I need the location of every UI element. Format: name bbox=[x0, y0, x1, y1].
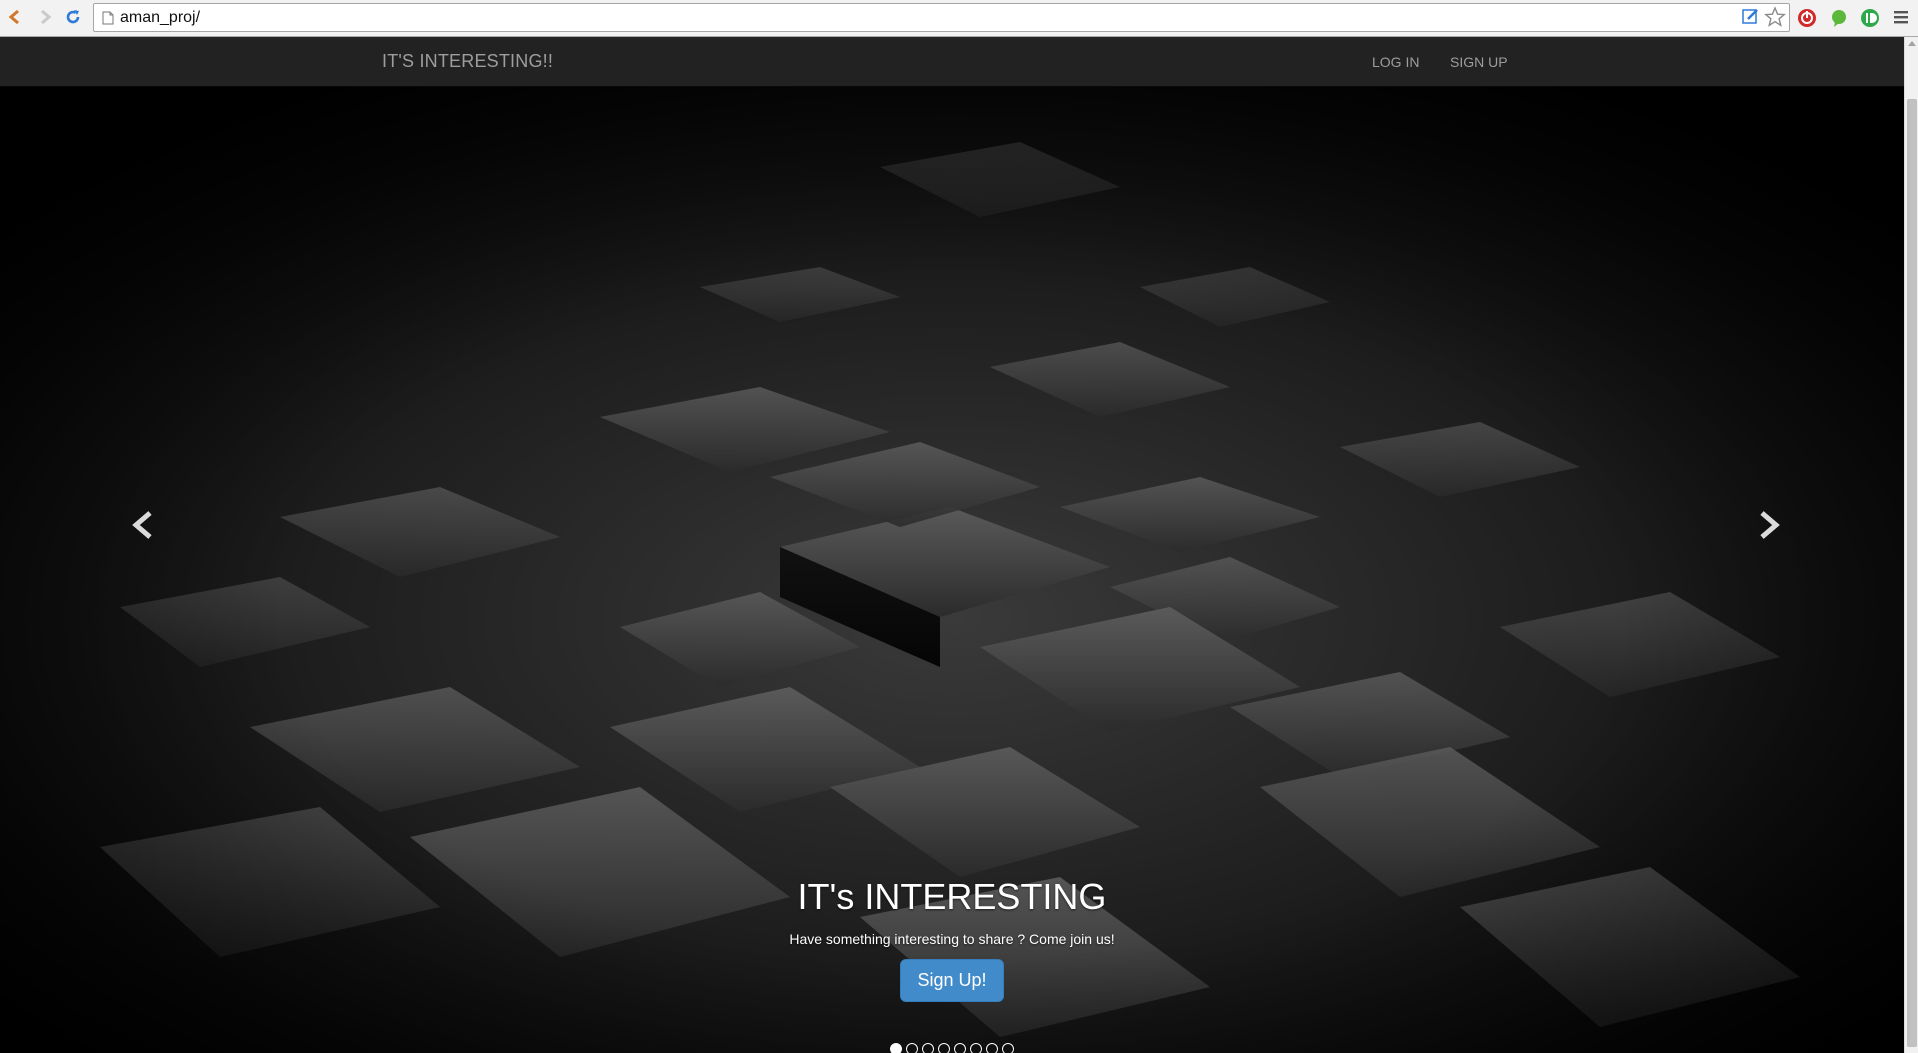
bookmark-star-icon[interactable] bbox=[1764, 6, 1786, 28]
carousel-indicator-dot[interactable] bbox=[938, 1043, 950, 1053]
nav-login-link[interactable]: LOG IN bbox=[1372, 54, 1419, 70]
carousel-indicator-dot[interactable] bbox=[970, 1043, 982, 1053]
brand-link[interactable]: IT'S INTERESTING!! bbox=[382, 51, 553, 72]
forward-arrow-icon bbox=[41, 9, 52, 25]
reload-button[interactable] bbox=[62, 5, 84, 29]
vertical-scrollbar[interactable] bbox=[1904, 37, 1918, 1053]
reload-icon bbox=[66, 10, 80, 24]
carousel-prev-chevron-icon[interactable] bbox=[124, 505, 164, 545]
back-button[interactable] bbox=[4, 5, 26, 29]
menu-icon[interactable] bbox=[1893, 9, 1909, 25]
carousel-indicators bbox=[890, 1043, 1014, 1053]
scroll-up-arrow-icon[interactable] bbox=[1908, 41, 1916, 46]
browser-toolbar: aman_proj/ bbox=[0, 0, 1918, 37]
scroll-thumb[interactable] bbox=[1907, 99, 1917, 1047]
hero-subtext: Have something interesting to share ? Co… bbox=[789, 931, 1115, 947]
url-text: aman_proj/ bbox=[120, 9, 201, 26]
page-icon bbox=[102, 11, 114, 25]
carousel-indicator-dot[interactable] bbox=[922, 1043, 934, 1053]
carousel-caption: IT's INTERESTING Have something interest… bbox=[652, 877, 1252, 1002]
back-arrow-icon bbox=[8, 9, 19, 25]
extension-id-icon[interactable] bbox=[1860, 8, 1880, 28]
carousel-indicator-dot[interactable] bbox=[890, 1043, 902, 1053]
extension-red-icon[interactable] bbox=[1797, 8, 1817, 28]
carousel-next-chevron-icon[interactable] bbox=[1748, 505, 1788, 545]
signup-cta-button[interactable]: Sign Up! bbox=[900, 959, 1004, 1002]
web-page: IT'S INTERESTING!! LOG IN SIGN UP IT's I… bbox=[0, 37, 1904, 1053]
edit-bookmark-icon[interactable] bbox=[1742, 7, 1760, 25]
top-navbar: IT'S INTERESTING!! LOG IN SIGN UP bbox=[0, 37, 1904, 87]
carousel-indicator-dot[interactable] bbox=[906, 1043, 918, 1053]
carousel-indicator-dot[interactable] bbox=[954, 1043, 966, 1053]
hero-heading: IT's INTERESTING bbox=[797, 876, 1107, 917]
forward-button[interactable] bbox=[34, 5, 56, 29]
hero-carousel: IT's INTERESTING Have something interest… bbox=[0, 87, 1904, 1053]
carousel-indicator-dot[interactable] bbox=[1002, 1043, 1014, 1053]
nav-signup-link[interactable]: SIGN UP bbox=[1450, 54, 1508, 70]
extension-green-icon[interactable] bbox=[1829, 8, 1849, 28]
carousel-indicator-dot[interactable] bbox=[986, 1043, 998, 1053]
address-bar[interactable]: aman_proj/ bbox=[93, 3, 1790, 32]
